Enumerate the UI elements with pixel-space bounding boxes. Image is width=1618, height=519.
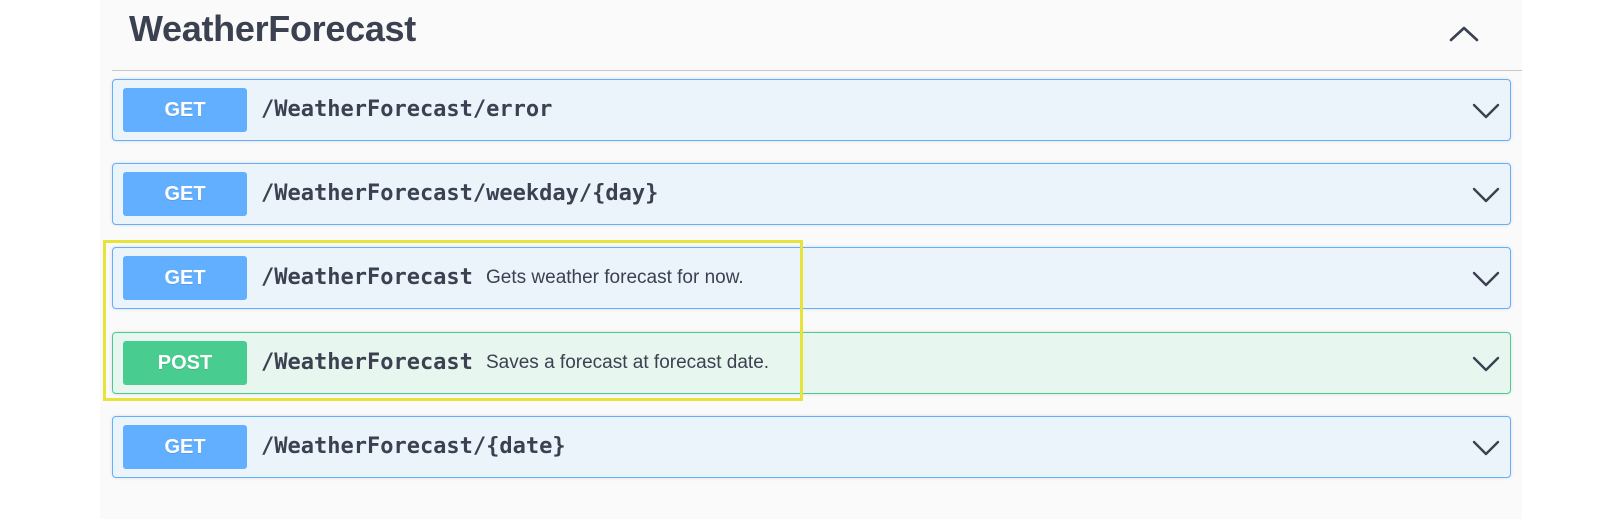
opblock-post-weatherforecast[interactable]: POST /WeatherForecast Saves a forecast a… [112,332,1511,394]
operation-path: /WeatherForecast [261,265,473,290]
opblock-get-weatherforecast-date[interactable]: GET /WeatherForecast/{date} [112,416,1511,478]
chevron-down-icon[interactable] [1470,94,1502,126]
chevron-down-icon[interactable] [1470,347,1502,379]
operation-path: /WeatherForecast/weekday/{day} [261,181,659,206]
operation-summary: Saves a forecast at forecast date. [486,352,770,373]
operation-summary: Gets weather forecast for now. [486,267,744,288]
chevron-down-icon[interactable] [1470,178,1502,210]
method-badge-get: GET [123,88,247,132]
method-badge-post: POST [123,341,247,385]
opblock-get-weatherforecast-error[interactable]: GET /WeatherForecast/error [112,79,1511,141]
chevron-up-icon[interactable] [1438,10,1490,56]
operation-path: /WeatherForecast [261,350,473,375]
opblock-get-weatherforecast[interactable]: GET /WeatherForecast Gets weather foreca… [112,247,1511,309]
section-header-weatherforecast[interactable]: WeatherForecast [112,0,1522,71]
method-badge-get: GET [123,425,247,469]
chevron-down-icon[interactable] [1470,262,1502,294]
operation-path: /WeatherForecast/error [261,97,553,122]
chevron-down-icon[interactable] [1470,431,1502,463]
section-title: WeatherForecast [129,8,416,49]
method-badge-get: GET [123,172,247,216]
opblock-get-weatherforecast-weekday[interactable]: GET /WeatherForecast/weekday/{day} [112,163,1511,225]
operation-path: /WeatherForecast/{date} [261,434,566,459]
method-badge-get: GET [123,256,247,300]
